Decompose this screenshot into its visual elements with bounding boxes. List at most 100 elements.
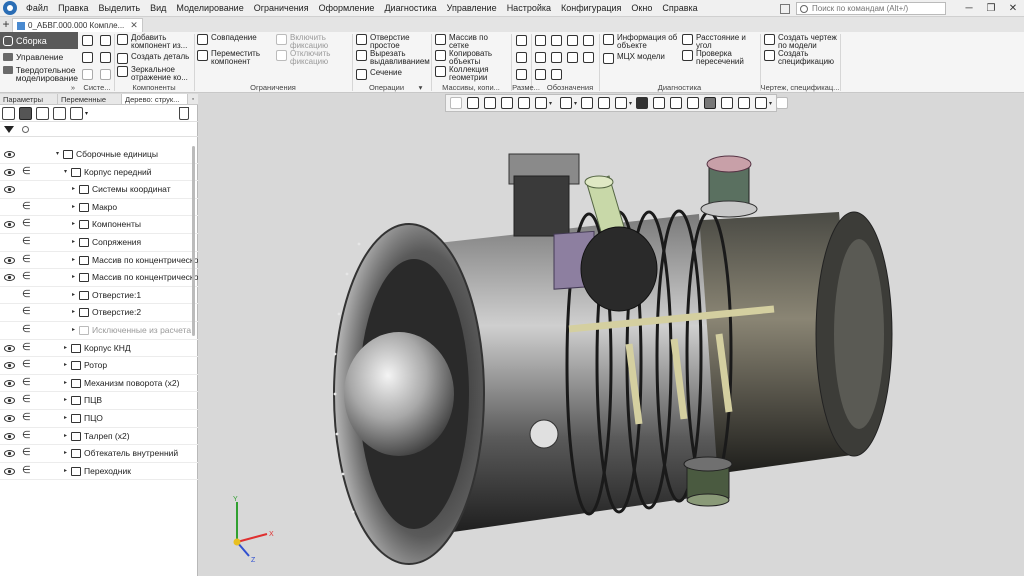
include-in-calc-icon[interactable]: ∈	[22, 394, 31, 406]
table-icon[interactable]	[551, 69, 562, 80]
group-operations-expand-icon[interactable]: ▾	[410, 83, 431, 93]
distance-angle-button[interactable]: Расстояние и угол	[682, 34, 746, 50]
add-component-button[interactable]: Добавить компонент из...	[117, 34, 187, 50]
expand-arrow-icon[interactable]: ▸	[64, 361, 67, 368]
menu-constraints[interactable]: Ограничения	[249, 0, 314, 17]
close-tab-icon[interactable]: ✕	[130, 20, 138, 31]
dimension-linear-icon[interactable]	[516, 35, 527, 46]
tree-row[interactable]: ∈ ▸ Отверстие:1	[0, 287, 198, 305]
view-history-icon[interactable]	[450, 97, 462, 109]
tree-row[interactable]: ∈ ▸ Корпус КНД	[0, 340, 198, 358]
tree-row[interactable]: ▸ Системы координат	[0, 181, 198, 199]
tree-row[interactable]: ∈ ▸ Обтекатель внутренний	[0, 445, 198, 463]
tree-row[interactable]: ∈ ▸ Компоненты	[0, 216, 198, 234]
zoom-in-icon[interactable]	[501, 97, 513, 109]
print-icon[interactable]	[82, 52, 93, 63]
visibility-eye-icon[interactable]	[4, 151, 15, 158]
expand-arrow-icon[interactable]: ▸	[64, 467, 67, 474]
include-in-calc-icon[interactable]: ∈	[22, 201, 31, 213]
document-tab[interactable]: 0_АБВГ.000.000 Компле... ✕	[12, 18, 143, 32]
menu-manage[interactable]: Управление	[442, 0, 502, 17]
menu-configuration[interactable]: Конфигурация	[556, 0, 626, 17]
zoom-icon[interactable]	[560, 97, 573, 109]
tree-view-mode-icon[interactable]	[70, 107, 83, 120]
command-search[interactable]	[796, 2, 946, 15]
maximize-button[interactable]: ❐	[980, 0, 1002, 17]
expand-arrow-icon[interactable]: ▸	[64, 449, 67, 456]
mode-solid-modeling[interactable]: Твердотельное моделирование	[0, 66, 78, 84]
panel-menu-icon[interactable]: ◦	[188, 94, 198, 104]
minimize-button[interactable]: ─	[958, 0, 980, 17]
axis-line-icon[interactable]	[583, 52, 594, 63]
expand-arrow-icon[interactable]: ▸	[72, 256, 75, 263]
visibility-eye-icon[interactable]	[4, 467, 15, 475]
perspective-icon[interactable]	[687, 97, 700, 109]
expand-arrow-icon[interactable]: ▸	[64, 432, 67, 439]
visibility-eye-icon[interactable]	[4, 432, 15, 440]
zoom-fit-icon[interactable]	[467, 97, 479, 109]
expand-arrow-icon[interactable]: ▸	[64, 344, 67, 351]
hidden-lines-icon[interactable]	[670, 97, 683, 109]
tree-scrollbar[interactable]	[192, 146, 195, 336]
include-in-calc-icon[interactable]: ∈	[22, 377, 31, 389]
dimension-angle-icon[interactable]	[516, 69, 527, 80]
open-icon[interactable]	[100, 35, 111, 46]
coincidence-button[interactable]: Совпадение	[197, 34, 257, 45]
expand-arrow-icon[interactable]: ▾	[56, 150, 59, 157]
expand-arrow-icon[interactable]: ▸	[72, 238, 75, 245]
expand-arrow-icon[interactable]: ▸	[72, 291, 75, 298]
tree-filter-components-icon[interactable]	[36, 107, 49, 120]
redo-icon[interactable]	[100, 69, 111, 80]
tree-select-icon[interactable]	[53, 107, 66, 120]
expand-arrow-icon[interactable]: ▸	[64, 396, 67, 403]
enable-fixation-button[interactable]: Включить фиксацию	[276, 34, 328, 50]
expand-arrow-icon[interactable]: ▸	[72, 220, 75, 227]
tree-structure-icon[interactable]	[2, 107, 15, 120]
menu-settings[interactable]: Настройка	[502, 0, 556, 17]
mass-properties-button[interactable]: МЦХ модели	[603, 53, 665, 64]
include-in-calc-icon[interactable]: ∈	[22, 271, 31, 283]
simple-hole-button[interactable]: Отверстие простое	[356, 34, 410, 50]
expand-arrow-icon[interactable]: ▾	[64, 168, 67, 175]
menu-view[interactable]: Вид	[145, 0, 171, 17]
section-view-icon[interactable]	[721, 97, 734, 109]
orientation-icon[interactable]	[615, 97, 628, 109]
tree-row[interactable]: ∈ ▸ Сопряжения	[0, 234, 198, 252]
save-icon[interactable]	[82, 35, 93, 46]
include-in-calc-icon[interactable]: ∈	[22, 166, 31, 178]
display-dropdown-icon[interactable]: ▾	[769, 100, 772, 107]
zoom-window-icon[interactable]	[484, 97, 496, 109]
trash-icon[interactable]	[179, 107, 189, 120]
menu-diagnostics[interactable]: Диагностика	[379, 0, 441, 17]
include-in-calc-icon[interactable]: ∈	[22, 306, 31, 318]
tree-row[interactable]: ∈ ▸ Ротор	[0, 357, 198, 375]
expand-arrow-icon[interactable]: ▸	[72, 203, 75, 210]
check-intersections-button[interactable]: Проверка пересечений	[682, 50, 744, 66]
include-in-calc-icon[interactable]: ∈	[22, 289, 31, 301]
tab-structure-tree[interactable]: Дерево: струк...	[122, 94, 188, 104]
include-in-calc-icon[interactable]: ∈	[22, 324, 31, 336]
tree-row[interactable]: ∈ ▸ Отверстие:2	[0, 304, 198, 322]
roughness-icon[interactable]	[551, 35, 562, 46]
tree-row[interactable]: ∈ ▸ Переходник	[0, 463, 198, 481]
create-spec-button[interactable]: Создать спецификацию	[764, 50, 834, 66]
menu-window[interactable]: Окно	[626, 0, 657, 17]
weld-icon[interactable]	[567, 52, 578, 63]
tree-row[interactable]: ▾ Сборочные единицы	[0, 146, 198, 164]
include-in-calc-icon[interactable]: ∈	[22, 342, 31, 354]
undo-icon[interactable]	[82, 69, 93, 80]
filter-icon[interactable]	[4, 126, 14, 133]
disable-fixation-button[interactable]: Отключить фиксацию	[276, 50, 330, 66]
orientation-dropdown-icon[interactable]: ▾	[629, 100, 632, 107]
include-in-calc-icon[interactable]: ∈	[22, 254, 31, 266]
tree-row[interactable]: ∈ ▸ ПЦВ	[0, 392, 198, 410]
expand-arrow-icon[interactable]: ▸	[72, 308, 75, 315]
pan-icon[interactable]	[518, 97, 530, 109]
engine-assembly-model[interactable]	[199, 94, 1024, 576]
mode-management[interactable]: Управление	[0, 51, 78, 63]
panel-toggle-icon[interactable]	[780, 3, 790, 14]
section-button[interactable]: Сечение	[356, 69, 402, 80]
include-in-calc-icon[interactable]: ∈	[22, 430, 31, 442]
tree-row[interactable]: ∈ ▸ Макро	[0, 199, 198, 217]
visibility-eye-icon[interactable]	[4, 274, 15, 282]
